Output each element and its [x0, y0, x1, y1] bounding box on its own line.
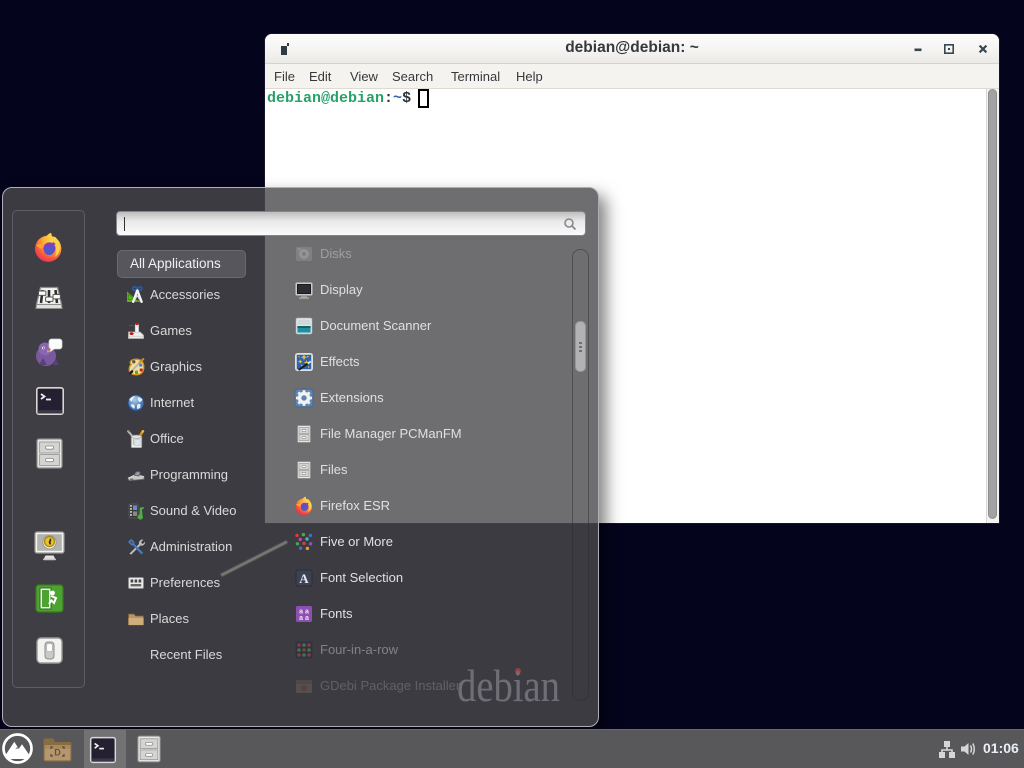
svg-text:D: D — [54, 748, 61, 758]
svg-text:A: A — [299, 571, 309, 586]
svg-text:a a: a a — [299, 615, 309, 622]
